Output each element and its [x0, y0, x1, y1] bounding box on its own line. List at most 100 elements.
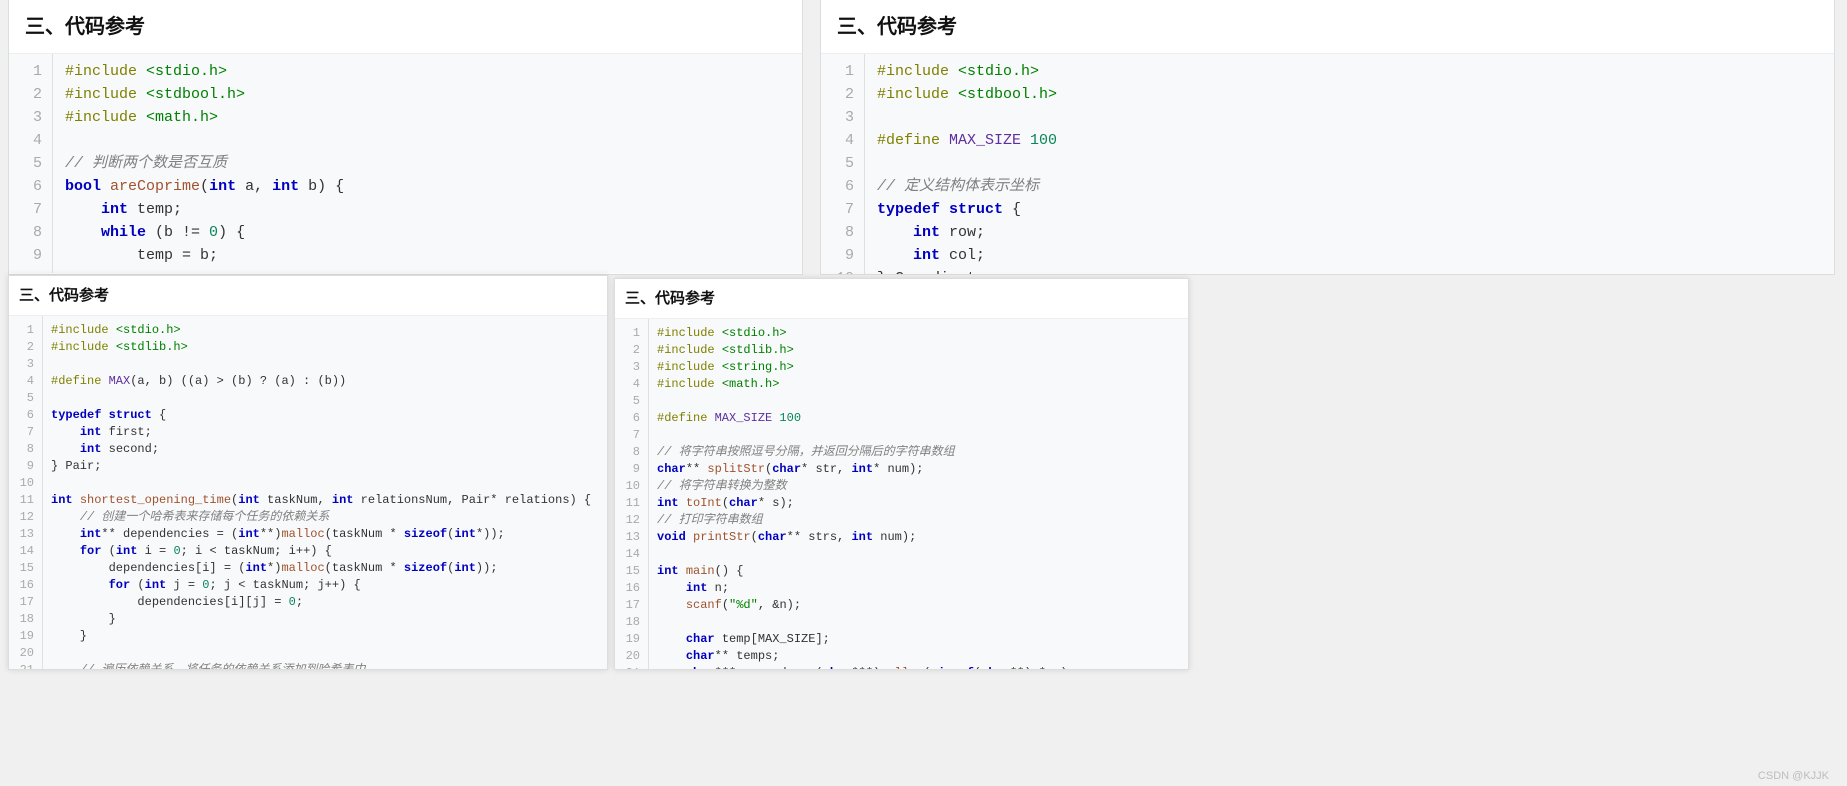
line-number: 3: [9, 356, 42, 373]
line-number: 18: [615, 614, 648, 631]
code-line: // 判断两个数是否互质: [65, 152, 344, 175]
code-line: typedef struct {: [51, 407, 591, 424]
line-number: 6: [821, 175, 864, 198]
line-number: 8: [9, 221, 52, 244]
code-block: 123456789101112131415161718192021 #inclu…: [615, 318, 1188, 670]
code-panel-3: 三、代码参考 123456789101112131415161718192021…: [8, 275, 608, 670]
code-line: [51, 356, 591, 373]
line-number: 20: [9, 645, 42, 662]
line-number: 12: [615, 512, 648, 529]
line-number: 20: [615, 648, 648, 665]
line-number: 2: [615, 342, 648, 359]
panel-heading: 三、代码参考: [615, 279, 1188, 318]
code-line: [657, 614, 1075, 631]
line-gutter: 123456789101112131415161718192021: [615, 319, 649, 670]
code-line: #include <math.h>: [657, 376, 1075, 393]
line-number: 1: [9, 60, 52, 83]
code-line: int toInt(char* s);: [657, 495, 1075, 512]
line-number: 2: [9, 339, 42, 356]
code-lines[interactable]: #include <stdio.h>#include <stdbool.h> #…: [865, 54, 1057, 275]
line-number: 6: [9, 407, 42, 424]
line-number: 21: [615, 665, 648, 670]
line-number: 9: [821, 244, 864, 267]
code-line: char** temps;: [657, 648, 1075, 665]
line-number: 17: [615, 597, 648, 614]
line-number: 19: [615, 631, 648, 648]
code-line: dependencies[i][j] = 0;: [51, 594, 591, 611]
code-line: int n;: [657, 580, 1075, 597]
code-line: [657, 393, 1075, 410]
line-gutter: 123456789: [9, 54, 53, 273]
line-number: 10: [821, 267, 864, 275]
code-line: #include <stdio.h>: [51, 322, 591, 339]
line-number: 19: [9, 628, 42, 645]
line-number: 1: [615, 325, 648, 342]
code-panel-2: 三、代码参考 1234567891011 #include <stdio.h>#…: [820, 0, 1835, 275]
code-line: char*** records = (char***)malloc(sizeof…: [657, 665, 1075, 670]
line-number: 17: [9, 594, 42, 611]
code-line: int first;: [51, 424, 591, 441]
line-number: 5: [821, 152, 864, 175]
code-line: for (int j = 0; j < taskNum; j++) {: [51, 577, 591, 594]
code-line: [657, 427, 1075, 444]
code-line: int row;: [877, 221, 1057, 244]
line-number: 6: [615, 410, 648, 427]
code-lines[interactable]: #include <stdio.h>#include <stdlib.h> #d…: [43, 316, 591, 670]
code-line: [657, 546, 1075, 563]
code-line: #define MAX_SIZE 100: [877, 129, 1057, 152]
line-number: 14: [615, 546, 648, 563]
code-line: temp = b;: [65, 244, 344, 267]
line-number: 8: [615, 444, 648, 461]
line-number: 9: [615, 461, 648, 478]
panel-heading: 三、代码参考: [9, 276, 607, 315]
line-number: 7: [615, 427, 648, 444]
line-number: 13: [9, 526, 42, 543]
line-number: 16: [9, 577, 42, 594]
code-line: while (b != 0) {: [65, 221, 344, 244]
line-number: 2: [821, 83, 864, 106]
line-number: 4: [9, 129, 52, 152]
code-line: int temp;: [65, 198, 344, 221]
code-block: 123456789 #include <stdio.h>#include <st…: [9, 53, 802, 273]
line-gutter: 1234567891011: [821, 54, 865, 275]
code-line: #include <string.h>: [657, 359, 1075, 376]
code-line: scanf("%d", &n);: [657, 597, 1075, 614]
code-line: #include <stdbool.h>: [65, 83, 344, 106]
code-line: } Pair;: [51, 458, 591, 475]
code-line: #include <math.h>: [65, 106, 344, 129]
code-block: 1234567891011 #include <stdio.h>#include…: [821, 53, 1834, 275]
line-number: 9: [9, 244, 52, 267]
line-number: 13: [615, 529, 648, 546]
code-line: [65, 129, 344, 152]
code-line: #define MAX_SIZE 100: [657, 410, 1075, 427]
line-number: 3: [615, 359, 648, 376]
line-number: 5: [9, 390, 42, 407]
code-line: } Coordinate;: [877, 267, 1057, 275]
line-number: 4: [9, 373, 42, 390]
line-number: 8: [821, 221, 864, 244]
line-number: 11: [615, 495, 648, 512]
code-line: int** dependencies = (int**)malloc(taskN…: [51, 526, 591, 543]
line-number: 4: [821, 129, 864, 152]
code-line: // 打印字符串数组: [657, 512, 1075, 529]
code-line: bool areCoprime(int a, int b) {: [65, 175, 344, 198]
line-number: 4: [615, 376, 648, 393]
panel-heading: 三、代码参考: [821, 0, 1834, 53]
line-number: 16: [615, 580, 648, 597]
code-line: #include <stdlib.h>: [657, 342, 1075, 359]
code-line: // 将字符串按照逗号分隔，并返回分隔后的字符串数组: [657, 444, 1075, 461]
code-lines[interactable]: #include <stdio.h>#include <stdlib.h>#in…: [649, 319, 1075, 670]
code-line: int shortest_opening_time(int taskNum, i…: [51, 492, 591, 509]
line-number: 11: [9, 492, 42, 509]
code-lines[interactable]: #include <stdio.h>#include <stdbool.h>#i…: [53, 54, 344, 273]
code-line: int main() {: [657, 563, 1075, 580]
code-line: // 遍历依赖关系，将任务的依赖关系添加到哈希表中: [51, 662, 591, 670]
code-line: #include <stdbool.h>: [877, 83, 1057, 106]
code-line: #include <stdio.h>: [657, 325, 1075, 342]
code-line: dependencies[i] = (int*)malloc(taskNum *…: [51, 560, 591, 577]
line-number: 5: [9, 152, 52, 175]
line-number: 7: [9, 198, 52, 221]
code-line: #include <stdlib.h>: [51, 339, 591, 356]
line-number: 1: [821, 60, 864, 83]
code-line: // 将字符串转换为整数: [657, 478, 1075, 495]
